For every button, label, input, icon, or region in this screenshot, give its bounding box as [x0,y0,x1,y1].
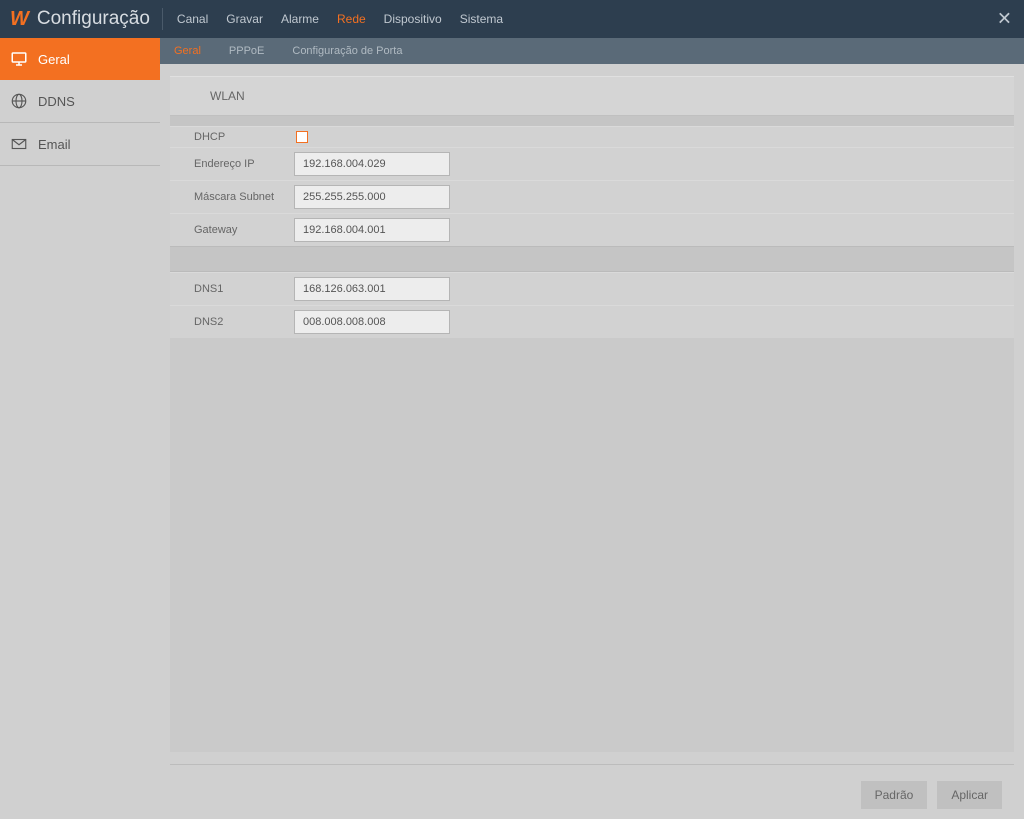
label-dns1: DNS1 [194,283,294,295]
nav-alarme[interactable]: Alarme [281,12,319,26]
checkbox-dhcp[interactable] [296,131,308,143]
footer-buttons: Padrão Aplicar [170,764,1014,809]
spacer [170,116,1014,126]
input-ip[interactable] [294,152,450,176]
nav-dispositivo[interactable]: Dispositivo [384,12,442,26]
app-header: W Configuração Canal Gravar Alarme Rede … [0,0,1024,38]
input-subnet[interactable] [294,185,450,209]
row-ip: Endereço IP [170,147,1014,180]
label-dhcp: DHCP [194,131,294,143]
row-gateway: Gateway [170,213,1014,246]
row-dns2: DNS2 [170,305,1014,338]
apply-button[interactable]: Aplicar [937,781,1002,809]
label-ip: Endereço IP [194,158,294,170]
form-group-dns: DNS1 DNS2 [170,272,1014,338]
settings-panel: WLAN DHCP Endereço IP Máscara Subnet [170,76,1014,752]
logo-icon: W [10,8,29,31]
page-title: Configuração [37,8,150,30]
sidebar-item-label: DDNS [38,94,75,109]
subtab-pppoe[interactable]: PPPoE [215,38,278,64]
section-header-wlan: WLAN [170,77,1014,116]
nav-gravar[interactable]: Gravar [226,12,263,26]
sidebar-item-email[interactable]: Email [0,123,160,166]
main-area: Geral DDNS Email Geral PPPoE Configuraçã… [0,38,1024,819]
label-subnet: Máscara Subnet [194,191,294,203]
label-dns2: DNS2 [194,316,294,328]
nav-sistema[interactable]: Sistema [460,12,503,26]
input-gateway[interactable] [294,218,450,242]
label-gateway: Gateway [194,224,294,236]
monitor-icon [10,50,28,68]
logo-box: W Configuração [10,8,163,30]
row-dhcp: DHCP [170,126,1014,147]
mail-icon [10,135,28,153]
sidebar-item-label: Geral [38,52,70,67]
input-dns2[interactable] [294,310,450,334]
row-dns1: DNS1 [170,272,1014,305]
close-icon[interactable]: ✕ [997,9,1012,30]
top-nav: Canal Gravar Alarme Rede Dispositivo Sis… [177,12,503,26]
sidebar-item-ddns[interactable]: DDNS [0,80,160,123]
subtab-geral[interactable]: Geral [160,38,215,64]
nav-rede[interactable]: Rede [337,12,366,26]
nav-canal[interactable]: Canal [177,12,208,26]
sub-tabs: Geral PPPoE Configuração de Porta [160,38,1024,64]
row-subnet: Máscara Subnet [170,180,1014,213]
sidebar-item-label: Email [38,137,71,152]
divider [170,246,1014,272]
default-button[interactable]: Padrão [861,781,928,809]
sidebar-item-geral[interactable]: Geral [0,38,160,80]
sidebar: Geral DDNS Email [0,38,160,819]
form-group-network: DHCP Endereço IP Máscara Subnet Gateway [170,126,1014,246]
globe-icon [10,92,28,110]
panel-wrap: WLAN DHCP Endereço IP Máscara Subnet [160,64,1024,819]
subtab-port-config[interactable]: Configuração de Porta [278,38,416,64]
input-dns1[interactable] [294,277,450,301]
content-area: Geral PPPoE Configuração de Porta WLAN D… [160,38,1024,819]
